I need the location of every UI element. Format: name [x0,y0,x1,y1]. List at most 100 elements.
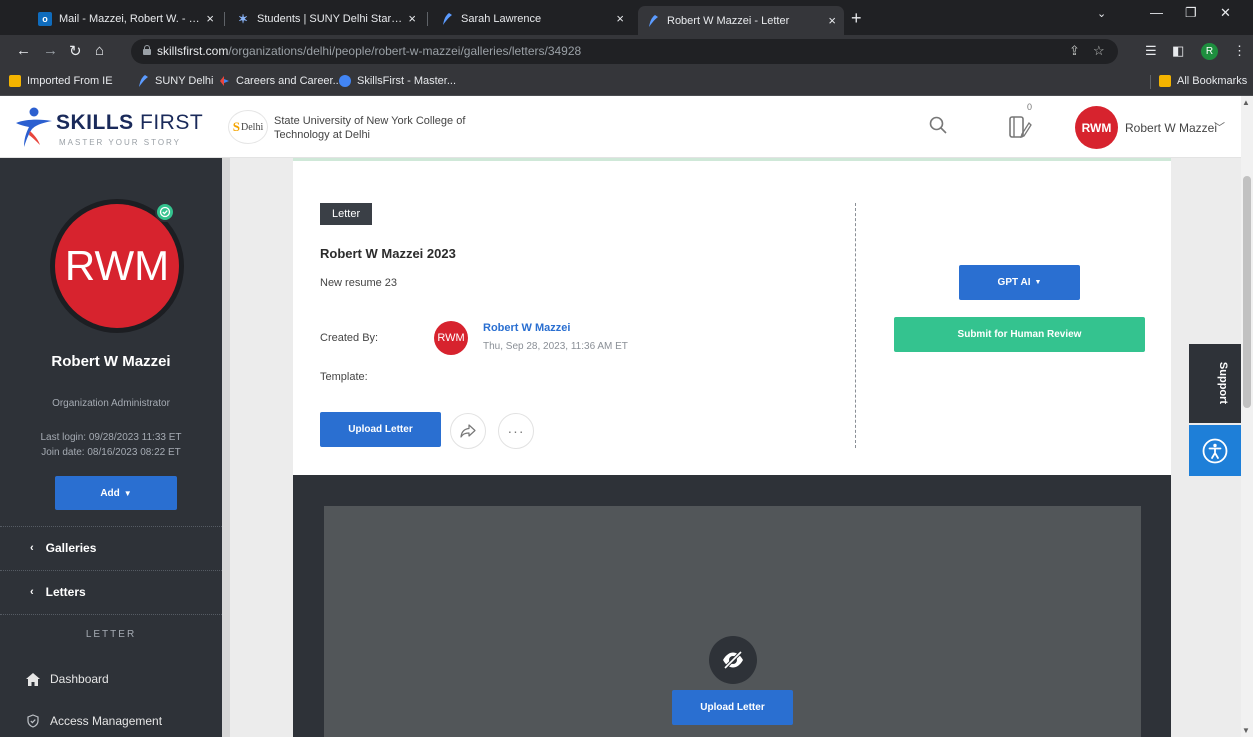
chevron-left-icon: ‹ [30,586,34,598]
share-icon[interactable]: ⇪ [1069,43,1080,59]
org-logo: S Delhi [228,110,268,144]
scroll-down-arrow-icon[interactable]: ▼ [1242,726,1250,735]
caret-down-icon: ▼ [1034,279,1042,286]
eye-off-icon [709,636,757,684]
back-button[interactable]: ← [16,42,31,59]
header-user-name[interactable]: Robert W Mazzei [1125,121,1217,135]
created-by-label: Created By: [320,332,379,344]
tab-label: Sarah Lawrence [461,12,542,25]
share-button[interactable] [450,413,486,449]
tab-label: Robert W Mazzei - Letter [667,14,790,27]
share-arrow-icon [460,424,476,438]
page-scrollbar-thumb[interactable] [1243,176,1251,408]
letter-title: Robert W Mazzei 2023 [320,246,456,261]
bookmark-suny-delhi[interactable]: SUNY Delhi [137,75,214,87]
profile-avatar-large[interactable]: RWM [55,204,179,328]
tab-separator [427,12,428,26]
submit-human-review-button[interactable]: Submit for Human Review [894,317,1145,352]
last-login: Last login: 09/28/2023 11:33 ET [40,432,182,443]
more-options-button[interactable]: ··· [498,413,534,449]
home-button[interactable]: ⌂ [95,42,104,59]
accessibility-button[interactable] [1189,425,1241,476]
side-panel-icon[interactable]: ◧ [1172,43,1184,59]
forward-button[interactable]: → [43,42,58,59]
scroll-up-arrow-icon[interactable]: ▲ [1242,98,1250,107]
skillsfirst-logo-icon[interactable] [14,105,54,147]
profile-role: Organization Administrator [52,398,170,409]
card-divider [855,203,856,448]
all-bookmarks[interactable]: All Bookmarks [1159,75,1247,87]
menu-access-management[interactable]: Access Management [26,714,162,728]
bookmark-label: All Bookmarks [1177,75,1248,87]
letter-card: Letter Robert W Mazzei 2023 New resume 2… [293,161,1171,475]
skillsfirst-icon [646,14,660,28]
close-icon[interactable]: × [616,11,624,26]
skillsfirst-icon [137,75,149,87]
brand-tagline: MASTER YOUR STORY [59,138,182,147]
notification-count: 0 [1027,102,1033,112]
careers-icon [218,75,230,87]
bookmarks-separator [1150,75,1151,89]
creator-name-link[interactable]: Robert W Mazzei [483,322,570,334]
header-user-avatar[interactable]: RWM [1075,106,1118,149]
notes-icon[interactable] [1008,114,1032,140]
ellipsis-icon: ··· [507,423,525,439]
nav-label: Letters [45,585,86,599]
divider [0,526,222,527]
address-bar[interactable]: skillsfirst.com/organizations/delhi/peop… [131,39,1118,64]
shield-check-icon [27,714,39,728]
skillsfirst-icon [339,75,351,87]
bookmark-imported-from-ie[interactable]: Imported From IE [9,75,113,87]
menu-dashboard[interactable]: Dashboard [26,672,109,686]
support-label: Support [1217,361,1230,405]
close-window-button[interactable]: ✕ [1220,5,1231,21]
sidebar-gutter [222,158,230,737]
nav-letters[interactable]: ‹ Letters [30,585,86,599]
divider [0,570,222,571]
menu-label: Access Management [50,714,163,728]
reading-list-icon[interactable]: ☰ [1145,43,1157,59]
section-heading: LETTER [85,629,137,640]
caret-down-icon: ▼ [123,488,132,498]
bookmark-label: Imported From IE [27,75,113,87]
org-name: State University of New York College of … [274,115,466,141]
chevron-down-icon[interactable]: ﹀ [1214,119,1225,135]
template-label: Template: [320,371,368,383]
tab-separator [224,12,225,26]
search-icon[interactable] [929,116,947,134]
profile-avatar[interactable]: R [1201,43,1218,60]
browser-tab-letter[interactable]: Robert W Mazzei - Letter × [638,6,844,35]
menu-kebab-icon[interactable]: ⋮ [1233,43,1246,59]
browser-tab-mail[interactable]: o Mail - Mazzei, Robert W. - Outlo × [30,6,222,31]
support-tab[interactable]: Support [1189,344,1241,423]
gpt-ai-button[interactable]: GPT AI ▼ [959,265,1080,300]
close-icon[interactable]: × [828,13,836,28]
new-tab-button[interactable]: + [851,8,862,29]
restore-button[interactable]: ❐ [1185,5,1197,21]
preview-upload-letter-button[interactable]: Upload Letter [672,690,793,725]
bookmark-careers[interactable]: Careers and Career... [218,75,342,87]
browser-toolbar: ← → ↻ ⌂ skillsfirst.com/organizations/de… [0,35,1253,68]
bookmark-label: SUNY Delhi [155,75,214,87]
url-text: skillsfirst.com/organizations/delhi/peop… [157,44,582,58]
minimize-button[interactable]: — [1150,5,1163,20]
add-button[interactable]: Add ▼ [55,476,177,510]
browser-tab-starfish[interactable]: ✶ Students | SUNY Delhi Starfish S × [228,6,424,31]
created-date: Thu, Sep 28, 2023, 11:36 AM ET [483,341,628,352]
browser-tab-sarah-lawrence[interactable]: Sarah Lawrence × [432,6,632,31]
upload-letter-button[interactable]: Upload Letter [320,412,441,447]
creator-avatar[interactable]: RWM [434,321,468,355]
outlook-icon: o [38,11,52,26]
nav-galleries[interactable]: ‹ Galleries [30,541,96,555]
nav-label: Galleries [45,541,97,555]
bookmark-label: Careers and Career... [236,75,342,87]
bookmark-skillsfirst[interactable]: SkillsFirst - Master... [339,75,456,87]
bookmark-star-icon[interactable]: ☆ [1093,43,1105,59]
bookmark-label: SkillsFirst - Master... [357,75,457,87]
gpt-ai-label: GPT AI [997,277,1031,288]
type-badge: Letter [320,203,373,225]
tab-search-icon[interactable]: ⌄ [1097,7,1106,20]
close-icon[interactable]: × [206,11,214,26]
close-icon[interactable]: × [408,11,416,26]
reload-button[interactable]: ↻ [69,42,82,60]
